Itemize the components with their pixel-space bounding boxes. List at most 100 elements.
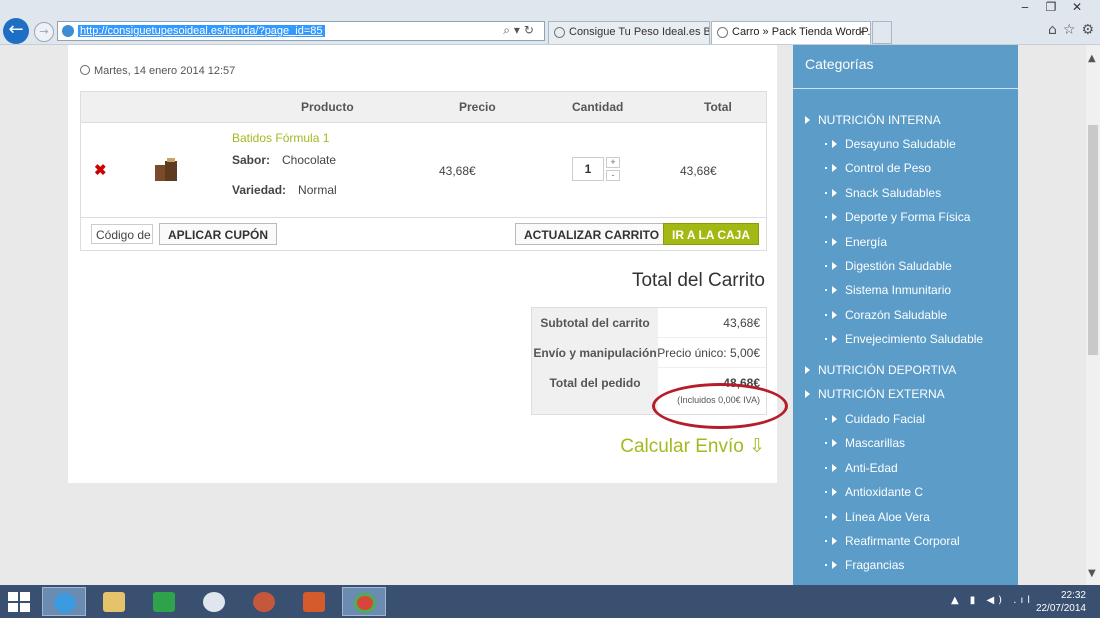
address-bar[interactable]: http://consiguetupesoideal.es/tienda/?pa…: [57, 21, 545, 41]
chevron-right-icon: [805, 390, 810, 398]
sidebar-category[interactable]: Reafirmante Corporal: [825, 534, 960, 548]
scroll-up-icon[interactable]: ▲: [1088, 53, 1096, 64]
sidebar-category[interactable]: Desayuno Saludable: [825, 137, 956, 151]
taskbar-powerpoint[interactable]: [292, 587, 336, 616]
coupon-code-input[interactable]: Código de: [91, 224, 153, 244]
close-icon[interactable]: ✕: [1064, 0, 1090, 14]
tab-close-icon[interactable]: ×: [858, 25, 865, 39]
new-tab-button[interactable]: [872, 21, 892, 44]
ie-page-icon: [717, 27, 728, 38]
chevron-right-icon: [832, 488, 837, 497]
decrement-icon[interactable]: -: [606, 170, 620, 181]
back-button[interactable]: ←: [3, 18, 29, 44]
minimize-icon[interactable]: ‒: [1012, 0, 1038, 14]
hp-icon: [203, 592, 225, 612]
home-icon[interactable]: ⌂: [1048, 22, 1057, 38]
table-row: ✖ Batidos Fórmula 1 Sabor: Chocolate Vari…: [81, 123, 766, 218]
chevron-right-icon: [832, 561, 837, 570]
taskbar-clock[interactable]: 22:32 22/07/2014: [1036, 589, 1086, 615]
checkout-button[interactable]: IR A LA CAJA: [663, 223, 759, 245]
sidebar-category[interactable]: Antioxidante C: [825, 485, 923, 499]
product-name-link[interactable]: Batidos Fórmula 1: [232, 131, 329, 145]
sidebar-category[interactable]: Snack Saludables: [825, 186, 941, 200]
quantity-stepper[interactable]: 1 + -: [572, 157, 620, 181]
subtotal-value: 43,68€: [723, 316, 760, 330]
sidebar-category-label: Corazón Saludable: [845, 307, 948, 322]
tab-carro[interactable]: Carro » Pack Tienda WordP... ×: [711, 21, 871, 44]
increment-icon[interactable]: +: [606, 157, 620, 168]
system-tray-icons[interactable]: ▲ ▮ ◀) .ıl: [951, 595, 1034, 606]
chevron-right-icon: [832, 439, 837, 448]
taskbar-app[interactable]: [242, 587, 286, 616]
sidebar-category-label: Cuidado Facial: [845, 412, 926, 426]
bullet-icon: [825, 240, 827, 243]
item-line-total: 43,68€: [680, 164, 717, 178]
chevron-right-icon: [832, 140, 837, 148]
forward-button[interactable]: →: [34, 22, 54, 42]
browser-chrome: ← → http://consiguetupesoideal.es/tienda…: [0, 0, 1100, 45]
tab-label: Consigue Tu Peso Ideal.es Bus...: [569, 26, 709, 38]
sidebar-category[interactable]: Corazón Saludable: [825, 308, 947, 322]
cart-totals-table: Subtotal del carrito 43,68€ Envío y mani…: [531, 307, 767, 415]
vertical-scrollbar[interactable]: ▲ ▼: [1086, 45, 1100, 585]
scroll-down-icon[interactable]: ▼: [1088, 568, 1096, 579]
taskbar-ie[interactable]: [42, 587, 86, 616]
taskbar-hp[interactable]: [192, 587, 236, 616]
shipping-value: Precio único: 5,00€: [657, 346, 760, 360]
address-url[interactable]: http://consiguetupesoideal.es/tienda/?pa…: [78, 25, 325, 37]
chevron-right-icon: [832, 537, 837, 545]
taskbar-chrome[interactable]: [342, 587, 386, 616]
sidebar-category[interactable]: Mascarillas: [825, 436, 905, 450]
sidebar-category[interactable]: Envejecimiento Saludable: [825, 332, 983, 346]
subtotal-row: Subtotal del carrito 43,68€: [532, 308, 766, 338]
sidebar-category[interactable]: Deporte y Forma Física: [825, 210, 970, 224]
restore-icon[interactable]: ❐: [1038, 0, 1064, 14]
sidebar-category[interactable]: NUTRICIÓN EXTERNA: [805, 387, 945, 401]
windows-start-icon[interactable]: [8, 592, 30, 612]
remove-item-icon[interactable]: ✖: [94, 161, 107, 179]
bullet-icon: [825, 564, 827, 567]
chevron-right-icon: [832, 213, 837, 222]
sidebar-category[interactable]: NUTRICIÓN INTERNA: [805, 113, 941, 127]
web-page: Martes, 14 enero 2014 12:57 Producto Pre…: [0, 45, 1086, 585]
taskbar-explorer[interactable]: [92, 587, 136, 616]
favorites-icon[interactable]: ☆: [1063, 22, 1076, 38]
tab-consigue[interactable]: Consigue Tu Peso Ideal.es Bus...: [548, 21, 710, 44]
sidebar-category[interactable]: Fragancias: [825, 558, 904, 572]
variety-value: Normal: [298, 183, 337, 197]
bullet-icon: [825, 167, 827, 170]
app-icon: [253, 592, 275, 612]
sidebar-category-label: Línea Aloe Vera: [845, 509, 930, 524]
sidebar-category[interactable]: Digestión Saludable: [825, 259, 952, 273]
sidebar-category[interactable]: Sistema Inmunitario: [825, 283, 951, 297]
header-total: Total: [704, 100, 732, 114]
sidebar-category[interactable]: NUTRICIÓN DEPORTIVA: [805, 363, 956, 377]
product-thumbnail[interactable]: [153, 157, 181, 185]
header-product: Producto: [301, 100, 354, 114]
taskbar-store[interactable]: [142, 587, 186, 616]
variety-label: Variedad:: [232, 183, 287, 197]
date-text: Martes, 14 enero 2014 12:57: [94, 65, 236, 77]
quantity-input[interactable]: 1: [572, 157, 604, 181]
settings-icon[interactable]: ⚙: [1081, 22, 1094, 38]
item-price: 43,68€: [439, 164, 476, 178]
chevron-right-icon: [805, 366, 810, 374]
sidebar-category-label: Envejecimiento Saludable: [845, 332, 984, 347]
sidebar-category[interactable]: Línea Aloe Vera: [825, 510, 930, 524]
sidebar-category[interactable]: Energía: [825, 235, 887, 249]
apply-coupon-button[interactable]: APLICAR CUPÓN: [159, 223, 278, 245]
sidebar-category[interactable]: Control de Peso: [825, 161, 931, 175]
scrollbar-thumb[interactable]: [1088, 125, 1098, 355]
search-refresh-icons[interactable]: ⌕▾↻: [503, 23, 538, 38]
bullet-icon: [825, 265, 827, 267]
flavor-label: Sabor:: [232, 153, 271, 167]
sidebar-category[interactable]: Anti-Edad: [825, 461, 898, 475]
bullet-icon: [825, 289, 827, 292]
calculate-shipping-link[interactable]: Calcular Envío ⇩: [620, 435, 765, 458]
header-quantity: Cantidad: [572, 100, 624, 114]
bullet-icon: [825, 540, 827, 542]
sidebar-category[interactable]: Cuidado Facial: [825, 412, 925, 426]
sidebar-category-label: NUTRICIÓN EXTERNA: [818, 387, 945, 401]
update-cart-button[interactable]: ACTUALIZAR CARRITO: [515, 223, 669, 245]
browser-toolbar-icons: ⌂ ☆ ⚙: [1042, 22, 1094, 38]
